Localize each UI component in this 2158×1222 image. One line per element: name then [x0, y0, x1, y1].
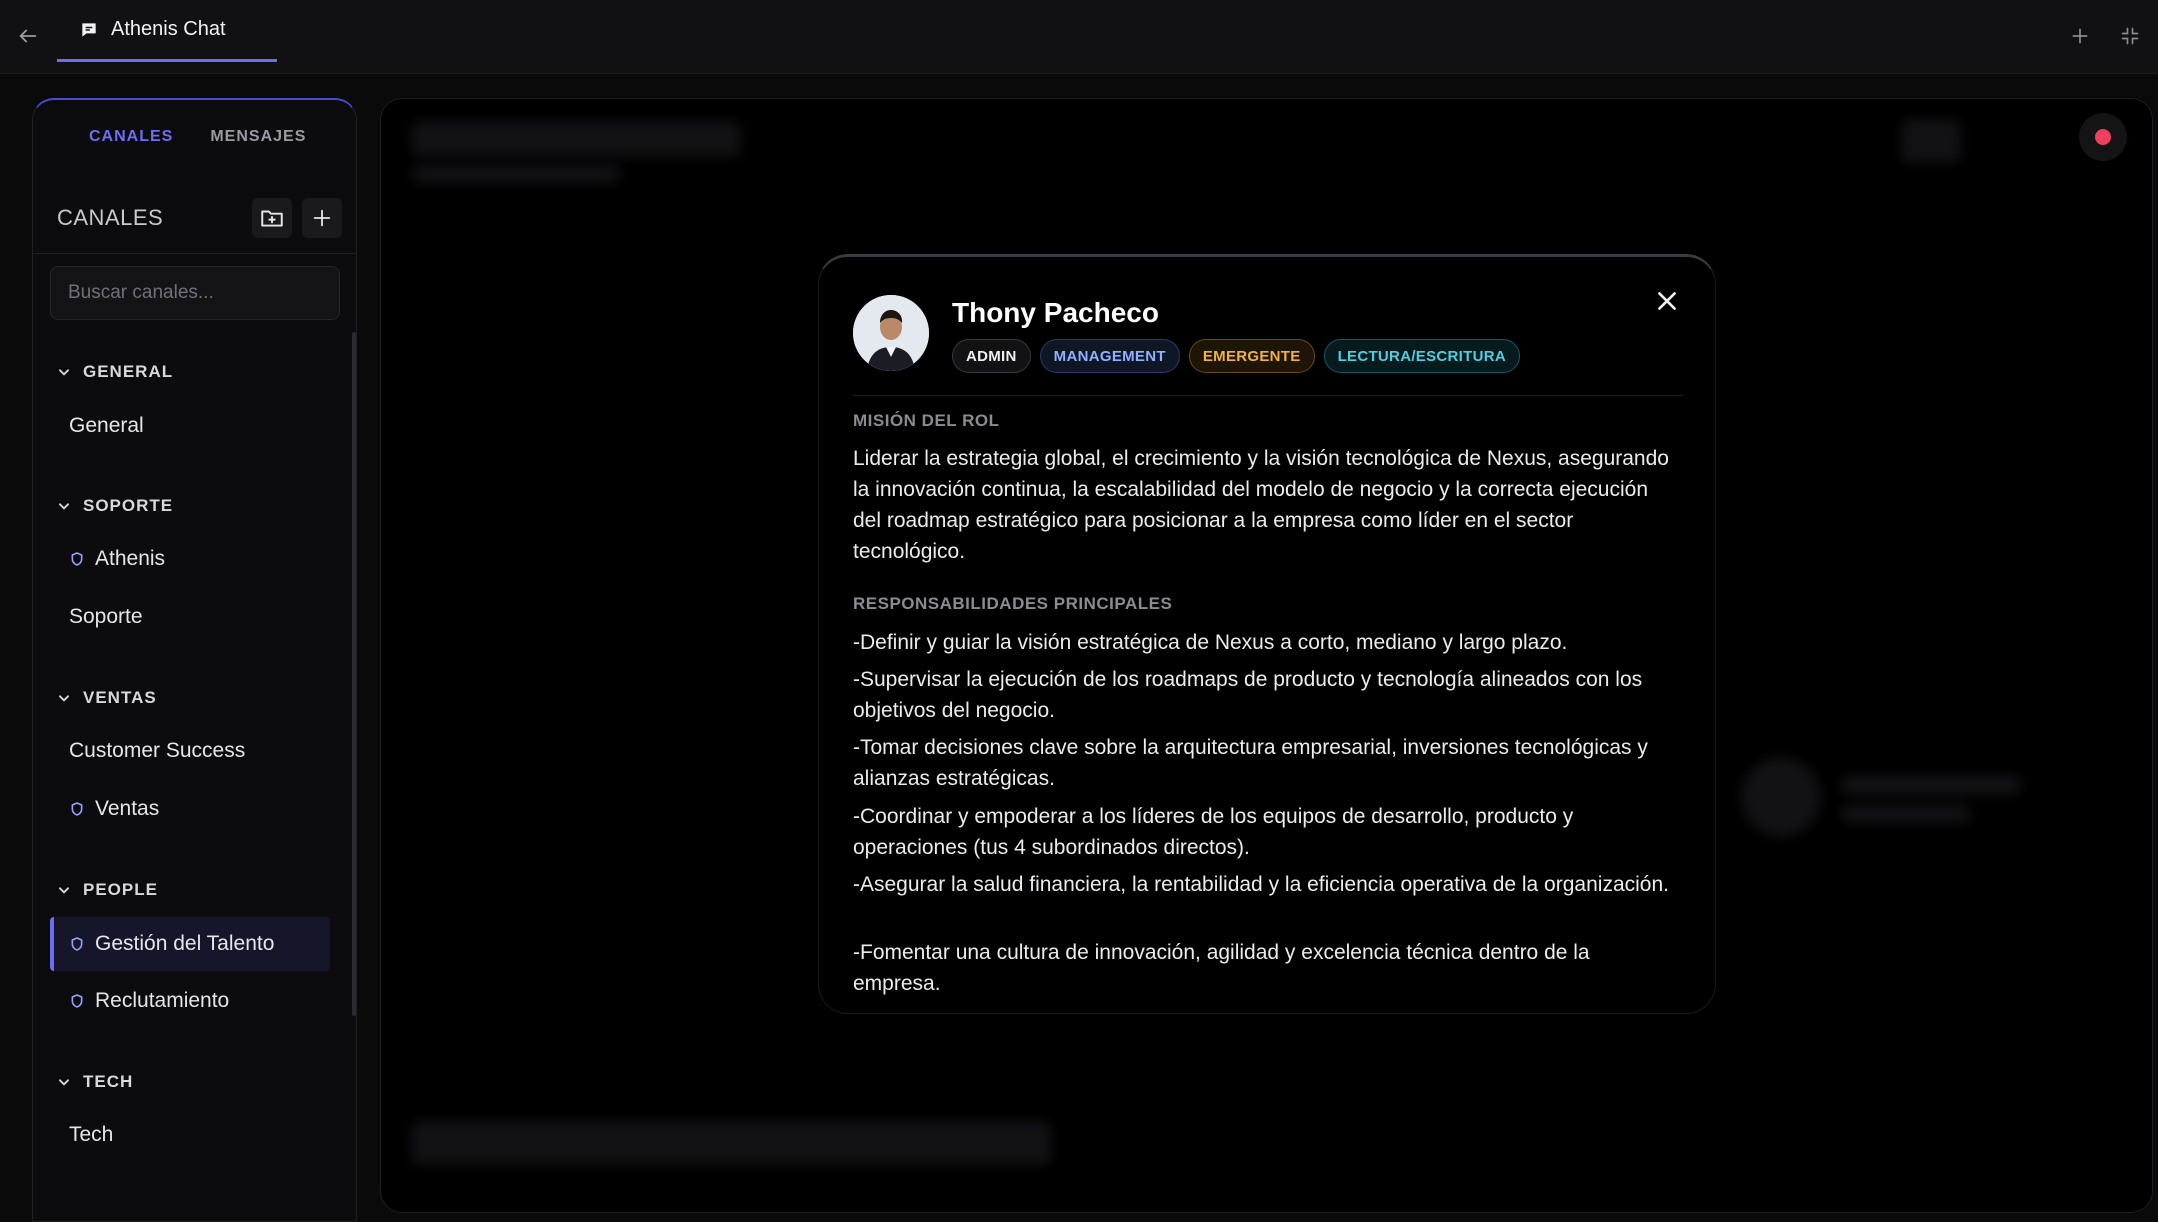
channel-label: Ventas	[95, 797, 160, 820]
blurred-header	[411, 121, 741, 157]
responsibility-item: -Asegurar la salud financiera, la rentab…	[853, 873, 1669, 896]
tab-canales[interactable]: CANALES	[89, 128, 173, 146]
badge-emergente: EMERGENTE	[1188, 339, 1315, 373]
divider	[853, 395, 1683, 396]
responsibility-item: -Supervisar la ejecución de los roadmaps…	[853, 668, 1643, 722]
plus-icon	[313, 209, 331, 227]
sidebar-title: CANALES	[57, 205, 164, 230]
channel-gestion-del-talento[interactable]: Gestión del Talento	[50, 917, 330, 971]
arrow-left-icon	[19, 29, 37, 43]
plus-icon	[2072, 28, 2088, 44]
chevron-down-icon	[58, 1079, 70, 1086]
group-title: VENTAS	[83, 688, 157, 707]
top-bar: Athenis Chat	[0, 0, 2158, 74]
group-title: GENERAL	[83, 362, 174, 381]
channel-search-input[interactable]	[50, 266, 340, 320]
channel-athenis[interactable]: Athenis	[50, 532, 330, 586]
group-soporte[interactable]: SOPORTE	[57, 496, 173, 516]
channel-label: Reclutamiento	[95, 989, 230, 1012]
profile-modal: Thony Pacheco ADMIN MANAGEMENT EMERGENTE…	[818, 254, 1716, 1014]
group-title: PEOPLE	[83, 880, 158, 899]
blurred-text	[1841, 805, 1971, 823]
group-general[interactable]: GENERAL	[57, 362, 173, 382]
channel-label: Customer Success	[69, 739, 246, 762]
group-title: SOPORTE	[83, 496, 174, 515]
folder-plus-icon	[261, 210, 283, 227]
group-ventas[interactable]: VENTAS	[57, 688, 157, 708]
blurred-subheader	[411, 165, 621, 183]
collapse-icon	[2121, 27, 2139, 45]
chat-bubble-icon	[82, 22, 96, 37]
chevron-down-icon	[58, 369, 70, 376]
channel-general[interactable]: General	[50, 399, 330, 453]
channel-label: General	[69, 414, 144, 437]
channel-soporte[interactable]: Soporte	[50, 590, 330, 644]
sidebar-header: CANALES	[57, 196, 342, 240]
blurred-text	[1841, 775, 2021, 795]
responsibility-item: -Coordinar y empoderar a los líderes de …	[853, 805, 1574, 859]
responsibility-item: -Tomar decisiones clave sobre la arquite…	[853, 736, 1648, 790]
record-dot	[2095, 129, 2111, 145]
shield-icon	[71, 994, 83, 1008]
channel-label: Soporte	[69, 605, 143, 628]
mission-title: MISIÓN DEL ROL	[853, 411, 1000, 430]
tab-mensajes[interactable]: MENSAJES	[210, 128, 306, 146]
responsibility-item: -Fomentar una cultura de innovación, agi…	[853, 941, 1590, 995]
group-tech[interactable]: TECH	[57, 1072, 133, 1092]
close-button[interactable]	[1649, 283, 1685, 319]
minimize-button[interactable]	[2114, 20, 2146, 52]
role-badges: ADMIN MANAGEMENT EMERGENTE LECTURA/ESCRI…	[952, 339, 1520, 373]
channel-label: Athenis	[95, 547, 166, 570]
badge-management: MANAGEMENT	[1039, 339, 1180, 373]
channels-sidebar: CANALES MENSAJES CANALES GENERAL General…	[32, 98, 357, 1222]
divider	[33, 253, 356, 254]
close-icon	[1658, 292, 1676, 310]
tab-athenis-chat[interactable]: Athenis Chat	[57, 0, 277, 62]
badge-admin: ADMIN	[952, 339, 1031, 373]
add-channel-button[interactable]	[302, 198, 342, 238]
tab-title: Athenis Chat	[111, 18, 226, 40]
channel-reclutamiento[interactable]: Reclutamiento	[50, 974, 330, 1028]
app-window: Athenis Chat CANALES MENSAJES CANALES Bu…	[0, 0, 2158, 1222]
shield-icon	[71, 937, 83, 951]
blurred-header-action	[1901, 119, 1961, 163]
chevron-down-icon	[58, 695, 70, 702]
responsibilities-title: RESPONSABILIDADES PRINCIPALES	[853, 594, 1173, 613]
channel-label: Gestión del Talento	[95, 932, 275, 955]
channel-customer-success[interactable]: Customer Success	[50, 724, 330, 778]
chevron-down-icon	[58, 887, 70, 894]
back-button[interactable]	[12, 20, 44, 52]
shield-icon	[71, 802, 83, 816]
new-folder-button[interactable]	[252, 198, 292, 238]
person-icon	[853, 295, 929, 371]
group-title: TECH	[83, 1072, 134, 1091]
responsibility-item: -Definir y guiar la visión estratégica d…	[853, 631, 1568, 654]
blurred-composer	[411, 1121, 1051, 1165]
sidebar-scrollbar[interactable]	[352, 332, 356, 1016]
mission-text: Liderar la estrategia global, el crecimi…	[853, 447, 1669, 563]
recording-indicator[interactable]	[2079, 113, 2127, 161]
window-controls	[2064, 20, 2146, 52]
chevron-down-icon	[58, 503, 70, 510]
avatar	[853, 295, 929, 371]
new-tab-button[interactable]	[2064, 20, 2096, 52]
sidebar-tabs: CANALES MENSAJES	[33, 128, 356, 146]
channel-ventas[interactable]: Ventas	[50, 782, 330, 836]
user-name: Thony Pacheco	[952, 297, 1159, 328]
channel-label: Tech	[69, 1123, 114, 1146]
group-people[interactable]: PEOPLE	[57, 880, 158, 900]
badge-permissions: LECTURA/ESCRITURA	[1323, 339, 1520, 373]
shield-icon	[71, 552, 83, 566]
channel-tech[interactable]: Tech	[50, 1108, 330, 1162]
blurred-avatar	[1741, 757, 1821, 837]
